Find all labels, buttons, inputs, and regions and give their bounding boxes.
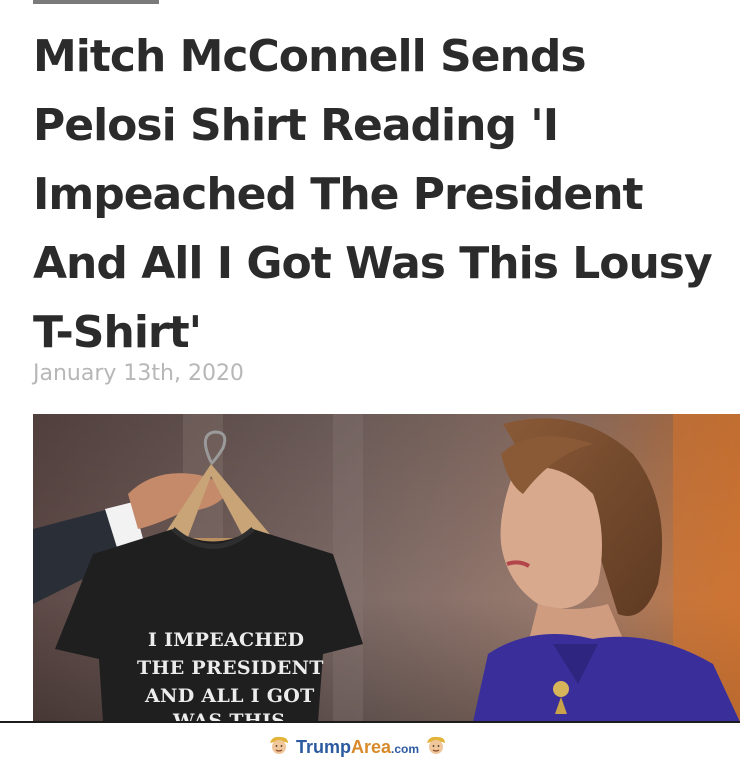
site-footer: TrumpArea.com (0, 723, 740, 765)
top-accent-bar (33, 0, 159, 4)
brand-primary: Trump (296, 737, 352, 757)
brand-logo[interactable]: TrumpArea.com (268, 735, 447, 760)
shirt-line-3: AND ALL I GOT (145, 685, 315, 707)
article-photo: I IMPEACHED THE PRESIDENT AND ALL I GOT … (33, 414, 740, 722)
article-date: January 13th, 2020 (33, 361, 244, 386)
article-headline: Mitch McConnell Sends Pelosi Shirt Readi… (33, 31, 713, 358)
trump-face-icon (425, 735, 447, 760)
brand-accent: Area (351, 737, 392, 757)
brand-name: TrumpArea.com (296, 737, 419, 758)
trump-face-icon (268, 735, 290, 760)
shirt-line-2: THE PRESIDENT (137, 657, 324, 679)
brand-tld: .com (391, 742, 420, 756)
shirt-line-1: I IMPEACHED (148, 629, 305, 651)
